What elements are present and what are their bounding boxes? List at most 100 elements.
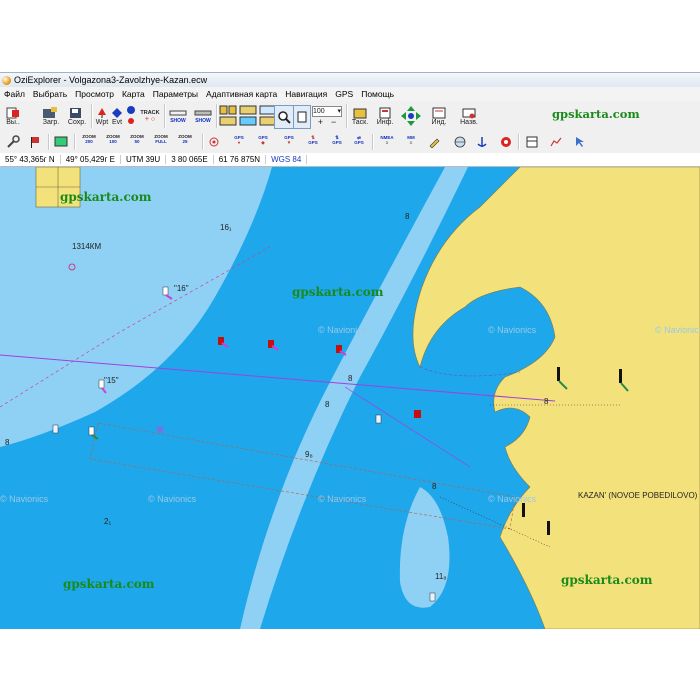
menu-map[interactable]: Карта xyxy=(118,89,149,99)
anchor-icon xyxy=(477,137,487,147)
pan-icon xyxy=(297,111,307,123)
red-buoy-4 xyxy=(414,410,421,418)
map-layers-icon xyxy=(239,105,257,126)
zoom-200-button[interactable]: ZOOM 200 xyxy=(78,134,100,144)
load-button[interactable]: Загр. xyxy=(38,103,64,129)
route-button[interactable] xyxy=(124,103,138,129)
gps-button-2[interactable]: GPS ◆ xyxy=(254,135,272,145)
depth-9: 9₈ xyxy=(305,450,313,459)
show-track-button[interactable]: SHOW xyxy=(166,103,190,129)
zoom-50-value: 50 xyxy=(134,139,140,144)
gps-button-5[interactable]: ⇅ GPS xyxy=(328,135,346,145)
menu-file[interactable]: Файл xyxy=(0,89,29,99)
navionics-watermark-1: © Navionics xyxy=(318,325,367,335)
name-label: Назв. xyxy=(460,118,478,126)
pointer-icon xyxy=(576,137,584,147)
coordinate-status-bar: 55° 43,365г N 49° 05,429г E UTM 39U 3 80… xyxy=(0,153,700,167)
wpt-label: Wpt xyxy=(95,118,109,126)
waypoint-button[interactable]: Wpt xyxy=(94,103,110,129)
name-button[interactable]: Назв. xyxy=(456,103,482,129)
tool-screen-button[interactable] xyxy=(52,133,70,151)
zoom-in-icon[interactable]: + xyxy=(318,117,323,127)
task-button[interactable]: Таск. xyxy=(348,103,372,129)
move-arrows-button[interactable] xyxy=(398,103,424,129)
zoom-full-button[interactable]: ZOOM FULL xyxy=(150,134,172,144)
zoom-dropdown[interactable]: 100 ▾ xyxy=(312,105,342,117)
gps-button-6[interactable]: ⇄ GPS xyxy=(350,135,368,145)
mooring-marker-2 xyxy=(375,414,382,424)
gps-dot-icon: ● xyxy=(237,140,241,145)
zoom-level-control[interactable]: 100 ▾ + − xyxy=(312,105,342,127)
data-table-button[interactable] xyxy=(524,133,540,151)
menu-select[interactable]: Выбрать xyxy=(29,89,71,99)
buoy-15-label: "15" xyxy=(104,376,119,385)
gps-pin-icon: ▼ xyxy=(286,140,292,145)
help-arrow-button[interactable] xyxy=(572,133,588,151)
screen-icon xyxy=(54,136,68,147)
menu-adaptive-map[interactable]: Адаптивная карта xyxy=(202,89,281,99)
tool-wrench-button[interactable] xyxy=(4,133,22,151)
menu-gps[interactable]: GPS xyxy=(331,89,357,99)
menu-navigation[interactable]: Навигация xyxy=(281,89,331,99)
tool-flag-button[interactable] xyxy=(26,133,44,151)
navionics-watermark-3: © Navionics xyxy=(655,325,700,335)
track-line-icon xyxy=(169,110,187,116)
menu-bar: Файл Выбрать Просмотр Карта Параметры Ад… xyxy=(0,87,700,102)
zoom-full-value: FULL xyxy=(155,139,167,144)
zoom-100-button[interactable]: ZOOM 100 xyxy=(102,134,124,144)
gpskarta-watermark-1: gpskarta.com xyxy=(60,190,152,204)
gps-arrow-icon: ◆ xyxy=(261,140,265,145)
gps-target-icon xyxy=(209,137,219,147)
info-button[interactable]: Инф. xyxy=(374,103,396,129)
nmea-icon: ≡ xyxy=(385,140,389,145)
menu-help[interactable]: Помощь xyxy=(357,89,398,99)
index-button[interactable]: Инд. xyxy=(428,103,450,129)
save-button[interactable]: Сохр. xyxy=(64,103,90,129)
map-view[interactable]: ✳ 16₁ 8 8 9₈ 8 2₁ 11₈ 8 8 8 1314КМ "16" … xyxy=(0,167,700,629)
lifebuoy-button[interactable] xyxy=(498,133,514,151)
pencil-button[interactable] xyxy=(426,133,442,151)
show-route-button[interactable]: SHOW xyxy=(191,103,215,129)
nautical-chart[interactable]: ✳ 16₁ 8 8 9₈ 8 2₁ 11₈ 8 8 8 1314КМ "16" … xyxy=(0,167,700,629)
zoom-out-icon[interactable]: − xyxy=(331,117,336,127)
exit-icon xyxy=(6,107,19,118)
globe-button[interactable] xyxy=(452,133,468,151)
waypoint-icon xyxy=(98,107,106,118)
map-tools-button[interactable] xyxy=(218,103,238,129)
pencil-icon xyxy=(429,138,440,148)
gps-button-3[interactable]: GPS ▼ xyxy=(280,135,298,145)
navionics-watermark-5: © Navionics xyxy=(318,494,367,504)
pan-tool-button[interactable] xyxy=(293,105,311,129)
track-button[interactable]: TRACK + ○ xyxy=(138,103,162,129)
event-button[interactable]: Evt xyxy=(110,103,124,129)
graph-button[interactable] xyxy=(548,133,564,151)
gps-position-button[interactable] xyxy=(206,133,222,151)
nmea-button[interactable]: NMEA ≡ xyxy=(376,135,398,145)
map-layers-button[interactable] xyxy=(238,103,258,129)
flag-icon xyxy=(31,137,39,148)
navionics-watermark-2: © Navionics xyxy=(488,325,537,335)
depth-8-b: 8 xyxy=(325,400,330,409)
leading-mark-4 xyxy=(547,521,550,535)
zoom-plus-minus: + − xyxy=(318,117,337,127)
gps-button-4[interactable]: ⇅ GPS xyxy=(304,135,322,145)
zoom-50-button[interactable]: ZOOM 50 xyxy=(126,134,148,144)
menu-view[interactable]: Просмотр xyxy=(71,89,118,99)
leading-mark-3 xyxy=(522,503,525,517)
move-arrows-icon xyxy=(401,106,421,126)
mm-button[interactable]: MM ≡ xyxy=(402,135,420,145)
app-globe-icon xyxy=(2,75,11,85)
title-bar: OziExplorer - Volgazona3-Zavolzhye-Kazan… xyxy=(0,73,700,88)
table-icon xyxy=(526,136,538,148)
task-label: Таск. xyxy=(351,118,369,126)
gps-button-1[interactable]: GPS ● xyxy=(230,135,248,145)
zoom-tool-button[interactable] xyxy=(274,105,294,129)
depth-8-c: 8 xyxy=(5,438,10,447)
show-label-2: SHOW xyxy=(195,118,211,124)
anchor-button[interactable] xyxy=(474,133,490,151)
zoom-25-button[interactable]: ZOOM 25 xyxy=(174,134,196,144)
exit-button[interactable]: Вы.. xyxy=(2,103,24,129)
depth-8-f: 8 xyxy=(544,397,549,406)
menu-parameters[interactable]: Параметры xyxy=(149,89,202,99)
lifebuoy-icon xyxy=(501,137,511,147)
